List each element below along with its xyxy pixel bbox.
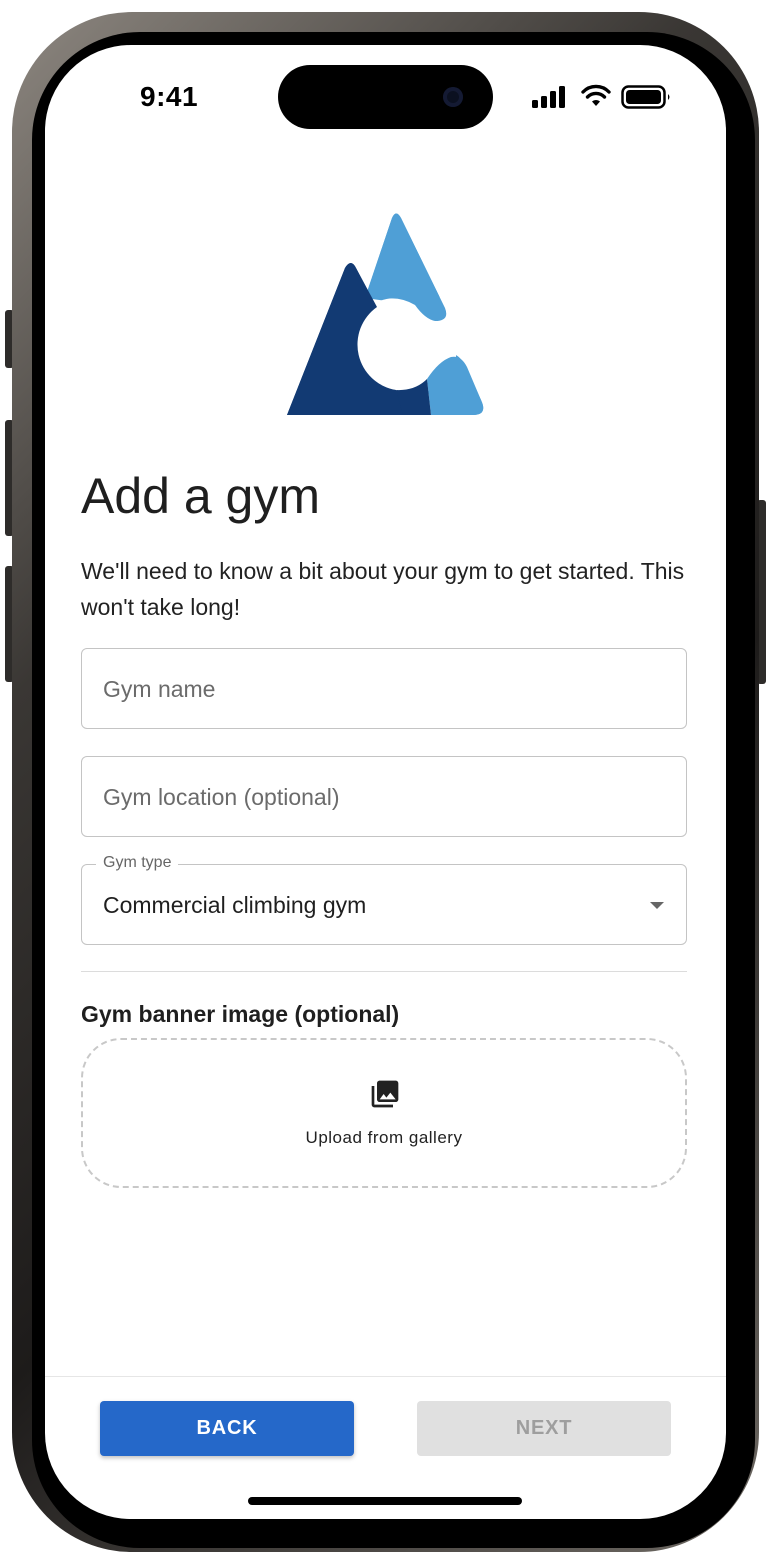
gym-location-placeholder: Gym location (optional) bbox=[103, 784, 340, 810]
home-indicator bbox=[248, 1497, 522, 1505]
gym-name-field[interactable]: Gym name bbox=[81, 648, 687, 729]
front-camera-icon bbox=[443, 87, 463, 107]
gym-location-field[interactable]: Gym location (optional) bbox=[81, 756, 687, 837]
photo-library-icon bbox=[371, 1080, 399, 1108]
dropdown-arrow-icon bbox=[650, 902, 664, 909]
section-divider bbox=[81, 971, 687, 972]
banner-section-label: Gym banner image (optional) bbox=[81, 1001, 400, 1027]
battery-icon bbox=[621, 85, 670, 109]
upload-label: Upload from gallery bbox=[305, 1128, 463, 1147]
gym-type-label: Gym type bbox=[96, 854, 179, 872]
dynamic-island bbox=[278, 65, 493, 129]
gym-type-select[interactable]: Gym type Commercial climbing gym bbox=[81, 854, 687, 945]
footer-divider bbox=[45, 1376, 726, 1377]
page-title: Add a gym bbox=[81, 468, 321, 524]
status-bar: 9:41 bbox=[45, 45, 726, 155]
wifi-icon bbox=[581, 84, 611, 106]
next-button[interactable]: NEXT bbox=[417, 1401, 671, 1456]
back-button[interactable]: BACK bbox=[100, 1401, 354, 1456]
gym-type-value: Commercial climbing gym bbox=[103, 892, 367, 918]
app-logo bbox=[287, 213, 484, 415]
upload-banner-dropzone[interactable]: Upload from gallery bbox=[81, 1038, 687, 1188]
app-screen: 9:41 Add a gym We'll need to know a bit … bbox=[45, 45, 726, 1519]
status-time: 9:41 bbox=[140, 81, 199, 112]
cellular-signal-icon bbox=[532, 86, 565, 108]
gym-name-placeholder: Gym name bbox=[103, 676, 216, 702]
page-subtitle: We'll need to know a bit about your gym … bbox=[81, 558, 685, 620]
